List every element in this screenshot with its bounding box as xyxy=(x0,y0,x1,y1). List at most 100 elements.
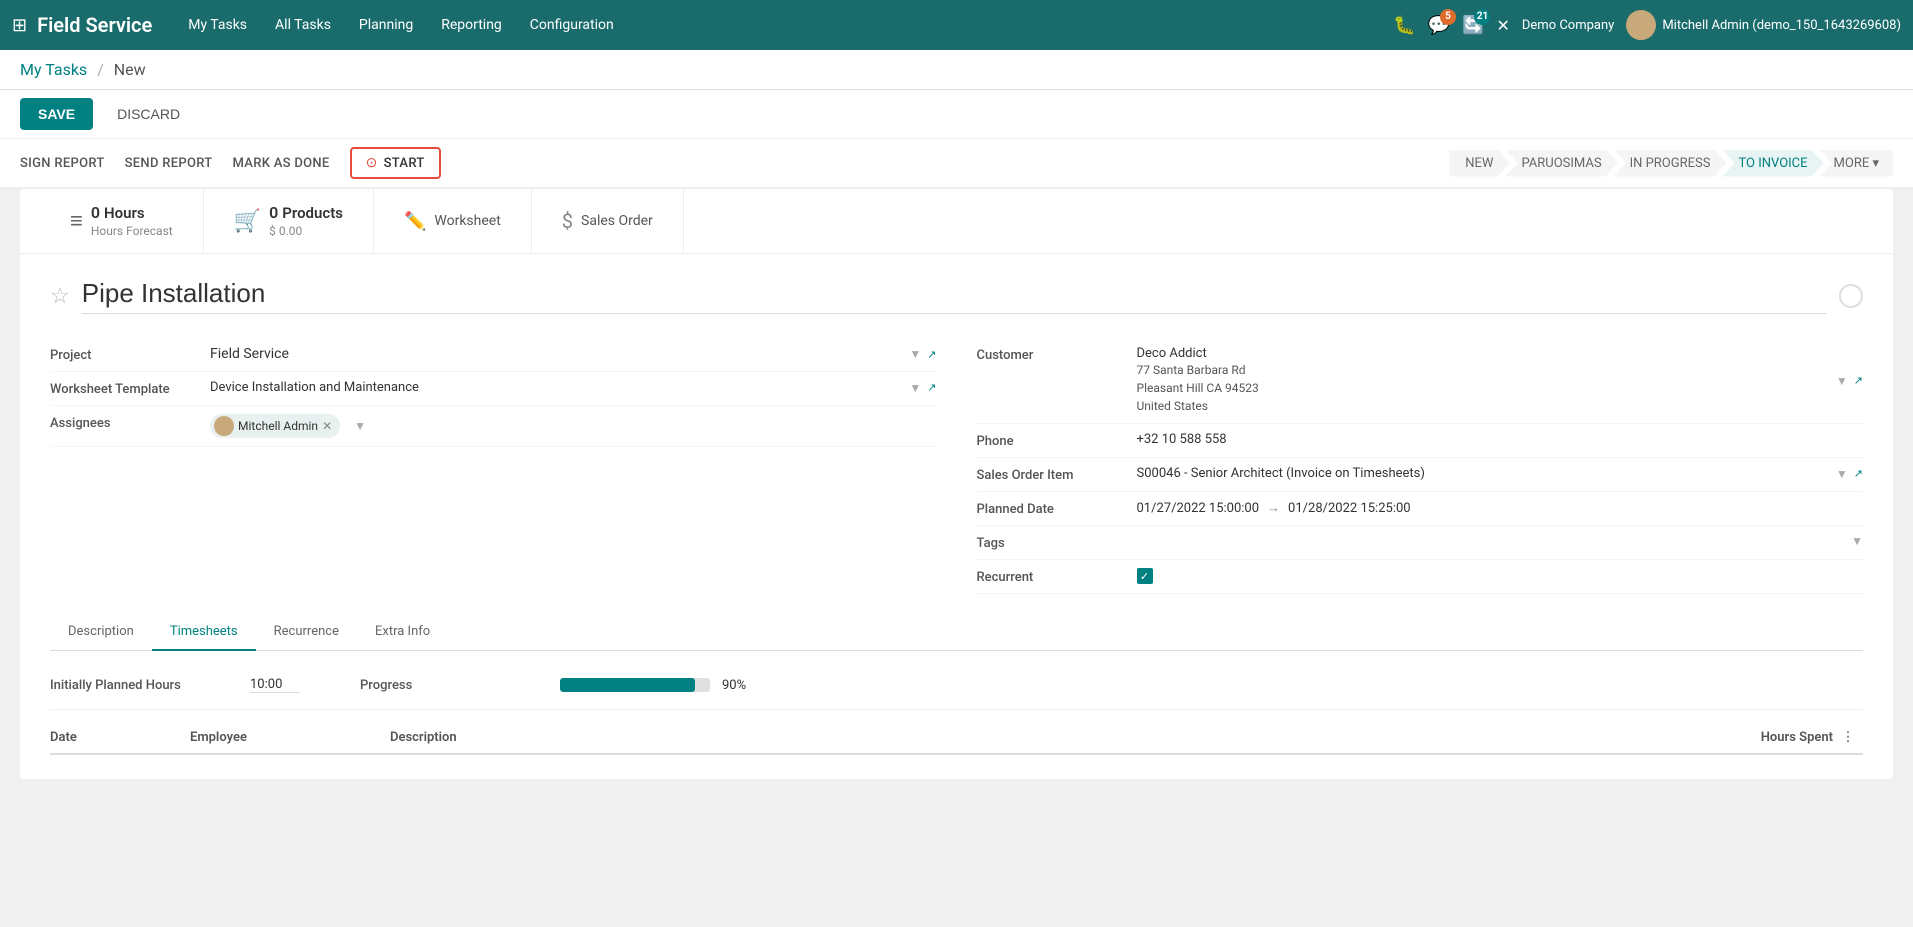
tab-extra-info[interactable]: Extra Info xyxy=(357,614,448,651)
refresh-icon[interactable]: 🔄 21 xyxy=(1462,15,1484,36)
send-report-button[interactable]: SEND REPORT xyxy=(125,152,213,175)
planned-date-start[interactable]: 01/27/2022 15:00:00 xyxy=(1137,501,1260,516)
project-label: Project xyxy=(50,346,210,363)
refresh-badge: 21 xyxy=(1474,9,1490,25)
tabs-row: Description Timesheets Recurrence Extra … xyxy=(50,614,1863,651)
sales-order-external-link-icon[interactable]: ↗ xyxy=(1854,467,1863,480)
project-dropdown-icon[interactable]: ▼ xyxy=(909,347,921,361)
products-num: 0 xyxy=(269,203,278,224)
assignees-dropdown-icon[interactable]: ▼ xyxy=(354,419,366,433)
nav-configuration[interactable]: Configuration xyxy=(518,11,626,39)
recurrent-checkbox[interactable]: ✓ xyxy=(1137,568,1153,584)
tab-description[interactable]: Description xyxy=(50,614,152,651)
timesheets-section: Initially Planned Hours 10:00 Progress 9… xyxy=(50,651,1863,755)
hours-forecast-num: 0 xyxy=(91,203,100,224)
top-navigation: ⊞ Field Service My Tasks All Tasks Plann… xyxy=(0,0,1913,50)
project-field-row: Project Field Service ▼ ↗ xyxy=(50,338,937,372)
worksheet-external-link-icon[interactable]: ↗ xyxy=(927,381,936,394)
progress-field: Progress 90% xyxy=(360,677,746,693)
worksheet-template-label: Worksheet Template xyxy=(50,380,210,397)
favorite-star-icon[interactable]: ☆ xyxy=(50,284,70,309)
remove-assignee-icon[interactable]: ✕ xyxy=(322,419,332,433)
pipeline-to-invoice[interactable]: TO INVOICE xyxy=(1722,150,1823,177)
col-hours-spent: Hours Spent xyxy=(1713,730,1833,745)
hours-forecast-button[interactable]: ≡ 0 Hours Hours Forecast xyxy=(40,189,204,253)
worksheet-button[interactable]: ✏️ Worksheet xyxy=(374,189,532,253)
tags-label: Tags xyxy=(977,534,1137,551)
sign-report-button[interactable]: SIGN REPORT xyxy=(20,152,105,175)
col-description: Description xyxy=(390,730,1713,745)
initially-planned-label: Initially Planned Hours xyxy=(50,678,230,693)
tags-field-row: Tags ▼ xyxy=(977,526,1864,560)
form-body: ☆ Project Field Service ▼ ↗ xyxy=(20,254,1893,779)
products-button[interactable]: 🛒 0 Products $ 0.00 xyxy=(204,189,374,253)
progress-bar-background xyxy=(560,678,710,692)
pipeline-in-progress[interactable]: IN PROGRESS xyxy=(1614,150,1727,177)
planned-date-end[interactable]: 01/28/2022 15:25:00 xyxy=(1288,501,1411,516)
nav-planning[interactable]: Planning xyxy=(347,11,425,39)
sales-order-label: Sales Order xyxy=(581,213,653,229)
form-card: ≡ 0 Hours Hours Forecast 🛒 0 Products xyxy=(20,189,1893,779)
sales-order-dropdown-icon[interactable]: ▼ xyxy=(1836,467,1848,481)
chat-badge: 5 xyxy=(1440,9,1456,25)
planned-date-label: Planned Date xyxy=(977,500,1137,517)
worksheet-label: Worksheet xyxy=(434,213,500,229)
nav-my-tasks[interactable]: My Tasks xyxy=(176,11,259,39)
phone-field-row: Phone +32 10 588 558 xyxy=(977,424,1864,458)
mark-as-done-button[interactable]: MARK AS DONE xyxy=(233,152,330,175)
user-menu[interactable]: Mitchell Admin (demo_150_1643269608) xyxy=(1626,10,1901,40)
pipeline-more[interactable]: MORE ▾ xyxy=(1820,150,1893,177)
form-right-column: Customer Deco Addict 77 Santa Barbara Rd… xyxy=(977,338,1864,594)
close-icon[interactable]: ✕ xyxy=(1496,16,1509,35)
assignees-field-row: Assignees Mitchell Admin ✕ ▼ xyxy=(50,406,937,447)
col-date: Date xyxy=(50,730,190,745)
project-external-link-icon[interactable]: ↗ xyxy=(927,348,936,361)
form-left-column: Project Field Service ▼ ↗ Worksheet Temp… xyxy=(50,338,937,594)
col-more-options-icon[interactable]: ⋮ xyxy=(1833,730,1863,745)
project-value: Field Service xyxy=(210,346,903,362)
customer-dropdown-icon[interactable]: ▼ xyxy=(1836,374,1848,388)
assignee-tag: Mitchell Admin ✕ xyxy=(210,414,340,438)
tags-dropdown-icon[interactable]: ▼ xyxy=(1851,534,1863,548)
chat-icon[interactable]: 💬 5 xyxy=(1428,15,1450,36)
company-name: Demo Company xyxy=(1522,18,1614,33)
initially-planned-value[interactable]: 10:00 xyxy=(250,677,300,693)
breadcrumb-separator: / xyxy=(97,60,104,79)
sales-order-item-field-row: Sales Order Item S00046 - Senior Archite… xyxy=(977,458,1864,492)
sales-order-item-value: S00046 - Senior Architect (Invoice on Ti… xyxy=(1137,466,1830,481)
save-button[interactable]: SAVE xyxy=(20,98,93,130)
progress-percentage: 90% xyxy=(722,678,746,693)
top-menu: My Tasks All Tasks Planning Reporting Co… xyxy=(176,11,1393,39)
cart-icon: 🛒 xyxy=(234,209,261,234)
smart-buttons: ≡ 0 Hours Hours Forecast 🛒 0 Products xyxy=(20,189,1893,254)
start-button[interactable]: ⊙ START xyxy=(350,147,441,179)
pipeline-new[interactable]: NEW xyxy=(1449,150,1509,177)
start-play-icon: ⊙ xyxy=(366,155,378,171)
pipeline-status: NEW PARUOSIMAS IN PROGRESS TO INVOICE MO… xyxy=(1449,150,1893,177)
app-name: Field Service xyxy=(37,13,152,37)
pipeline-paruosimas[interactable]: PARUOSIMAS xyxy=(1505,150,1617,177)
customer-address: 77 Santa Barbara RdPleasant Hill CA 9452… xyxy=(1137,361,1830,415)
customer-label: Customer xyxy=(977,346,1137,363)
assignees-label: Assignees xyxy=(50,414,210,431)
task-title-input[interactable] xyxy=(82,278,1827,314)
planned-date-field-row: Planned Date 01/27/2022 15:00:00 → 01/28… xyxy=(977,492,1864,526)
bug-icon[interactable]: 🐛 xyxy=(1393,15,1415,36)
customer-external-link-icon[interactable]: ↗ xyxy=(1854,374,1863,387)
assignee-name: Mitchell Admin xyxy=(238,419,318,433)
tab-recurrence[interactable]: Recurrence xyxy=(256,614,357,651)
date-range-arrow-icon: → xyxy=(1267,500,1280,516)
worksheet-dropdown-icon[interactable]: ▼ xyxy=(909,381,921,395)
tab-timesheets[interactable]: Timesheets xyxy=(152,614,256,651)
products-label: $ 0.00 xyxy=(269,224,343,240)
breadcrumb-parent[interactable]: My Tasks xyxy=(20,60,87,79)
initially-planned-field: Initially Planned Hours 10:00 xyxy=(50,677,300,693)
hours-forecast-label: Hours Forecast xyxy=(91,224,173,240)
discard-button[interactable]: DISCARD xyxy=(103,98,194,130)
grid-icon[interactable]: ⊞ xyxy=(12,15,27,36)
nav-reporting[interactable]: Reporting xyxy=(429,11,514,39)
status-circle[interactable] xyxy=(1839,284,1863,308)
nav-all-tasks[interactable]: All Tasks xyxy=(263,11,343,39)
sales-order-button[interactable]: $ Sales Order xyxy=(532,189,684,253)
phone-value: +32 10 588 558 xyxy=(1137,432,1227,447)
